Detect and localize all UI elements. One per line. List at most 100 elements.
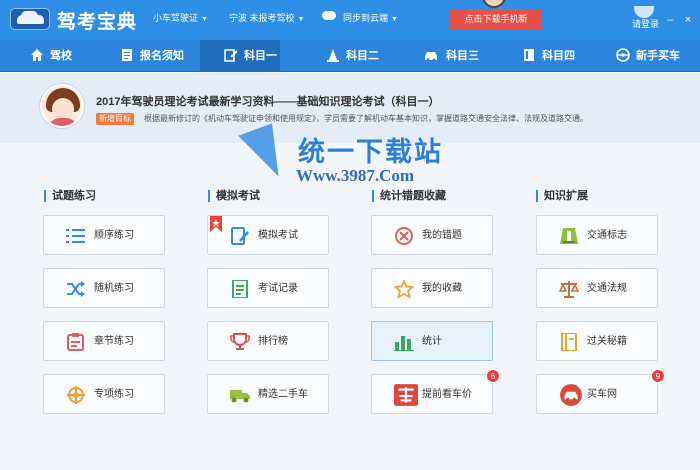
exam-icon	[231, 227, 249, 245]
document-icon	[122, 49, 132, 62]
cloud-icon	[322, 11, 336, 20]
nav-item-registration[interactable]: 报名须知	[120, 40, 184, 72]
chevron-down-icon: ▼	[391, 16, 398, 23]
car-price-icon	[394, 384, 418, 406]
steering-wheel-icon	[616, 48, 630, 62]
tile-label: 过关秘籍	[587, 336, 627, 347]
trophy-icon	[230, 333, 250, 350]
chevron-down-icon: ▼	[201, 16, 208, 23]
bar-chart-icon	[394, 336, 414, 351]
car-type-label: 小车驾驶证	[153, 13, 199, 23]
nav-label: 报名须知	[140, 50, 184, 62]
leaderboard-button[interactable]: 排行榜	[207, 321, 329, 361]
nav-label: 科目四	[542, 50, 575, 62]
record-icon	[232, 280, 248, 298]
used-car-button[interactable]: 精选二手车	[207, 374, 329, 414]
tile-label: 交通法规	[587, 283, 627, 294]
home-icon	[31, 49, 43, 62]
app-logo-icon	[10, 8, 50, 30]
tile-label: 随机练习	[94, 283, 134, 294]
tab-subject-two[interactable]: 科目二	[326, 40, 379, 72]
banner-description: 根据最新修订的《机动车驾驶证申领和使用规定》，学员需要了解机动车基本知识，掌握道…	[144, 114, 588, 123]
nav-label: 驾校	[50, 50, 72, 62]
my-wrong-answers-button[interactable]: 我的错题	[371, 215, 493, 255]
wrong-icon	[395, 227, 413, 245]
car-type-select[interactable]: 小车驾驶证 ▼	[150, 9, 208, 27]
statistics-button[interactable]: 统计	[371, 321, 493, 361]
mock-exam-button[interactable]: 模拟考试	[207, 215, 329, 255]
book-icon	[524, 49, 534, 62]
scales-icon	[559, 281, 579, 298]
section-title-practice: 试题练习	[44, 190, 96, 202]
notification-badge: 6	[486, 369, 500, 383]
download-app-button[interactable]: 点击下载手机新	[450, 9, 542, 30]
car-buy-icon	[560, 384, 582, 406]
watermark-title: 统一下载站	[298, 137, 443, 167]
nav-label: 科目三	[446, 50, 479, 62]
coach-avatar	[40, 84, 84, 128]
chevron-down-icon: ▼	[297, 16, 305, 23]
banner-title: 2017年驾驶员理论考试最新学习资料——基础知识理论考试（科目一）	[96, 96, 440, 108]
nav-label: 科目二	[346, 50, 379, 62]
list-icon	[66, 229, 85, 243]
section-title-stats: 统计错题收藏	[372, 190, 446, 202]
exam-record-button[interactable]: 考试记录	[207, 268, 329, 308]
tile-label: 章节练习	[94, 336, 134, 347]
section-title-knowledge: 知识扩展	[536, 190, 588, 202]
special-practice-button[interactable]: 专项练习	[43, 374, 165, 414]
watermark-url: Www.3987.Com	[296, 166, 415, 185]
tile-label: 排行榜	[258, 336, 288, 347]
tile-label: 顺序练习	[94, 230, 134, 241]
secret-book-icon	[561, 333, 577, 351]
car-buying-site-button[interactable]: 买车网 9	[536, 369, 665, 414]
region-label: 宁波 未报考驾校	[229, 13, 295, 23]
car-icon	[425, 52, 437, 62]
car-price-button[interactable]: 提前看车价 6	[371, 369, 500, 414]
tile-label: 交通标志	[587, 230, 627, 241]
tile-label: 我的错题	[422, 230, 462, 241]
app-title: 驾考宝典	[57, 12, 138, 33]
sequential-practice-button[interactable]: 顺序练习	[43, 215, 165, 255]
traffic-sign-icon	[560, 228, 578, 244]
tab-subject-three[interactable]: 科目三	[422, 40, 479, 72]
login-link[interactable]: 请登录	[632, 17, 659, 30]
bookmark-icon	[210, 216, 222, 232]
star-icon	[394, 280, 414, 298]
random-practice-button[interactable]: 随机练习	[43, 268, 165, 308]
shuffle-icon	[67, 281, 85, 297]
tile-label: 精选二手车	[258, 389, 308, 400]
my-favorites-button[interactable]: 我的收藏	[371, 268, 493, 308]
tab-subject-one[interactable]: 科目一	[200, 40, 280, 72]
close-icon[interactable]: ×	[682, 14, 694, 26]
chapter-icon	[67, 333, 84, 351]
sync-label: 同步到云端	[343, 13, 389, 23]
main-nav: 驾校 报名须知 科目一 科目二 科目三 科目四 新手买车	[0, 40, 700, 72]
tile-label: 模拟考试	[258, 230, 298, 241]
tile-label: 考试记录	[258, 283, 298, 294]
section-title-mock-exam: 模拟考试	[208, 190, 260, 202]
traffic-signs-button[interactable]: 交通标志	[536, 215, 658, 255]
tile-label: 专项练习	[94, 389, 134, 400]
nav-item-driving-school[interactable]: 驾校	[30, 40, 72, 72]
status-badge: 新增目标	[96, 113, 134, 125]
mascot-icon	[482, 0, 506, 8]
chapter-practice-button[interactable]: 章节练习	[43, 321, 165, 361]
target-icon	[67, 386, 85, 404]
minimize-icon[interactable]: –	[664, 14, 676, 26]
cone-icon	[327, 49, 339, 63]
nav-label: 科目一	[244, 50, 277, 62]
tile-label: 统计	[422, 336, 442, 347]
nav-item-buy-car[interactable]: 新手买车	[616, 40, 680, 72]
tile-label: 提前看车价	[422, 389, 472, 400]
tab-subject-four[interactable]: 科目四	[522, 40, 575, 72]
region-select[interactable]: 宁波 未报考驾校 ▼	[226, 9, 304, 27]
nav-label: 新手买车	[636, 50, 680, 62]
truck-icon	[230, 390, 250, 403]
tile-label: 买车网	[587, 389, 617, 400]
pass-tips-button[interactable]: 过关秘籍	[536, 321, 658, 361]
title-bar: 驾考宝典 小车驾驶证 ▼ 宁波 未报考驾校 ▼ 同步到云端 ▼ 点击下载手机新 请登录…	[0, 0, 700, 40]
user-area: 请登录 – ×	[600, 0, 700, 40]
sync-select[interactable]: 同步到云端 ▼	[340, 9, 398, 27]
traffic-laws-button[interactable]: 交通法规	[536, 268, 658, 308]
tile-label: 我的收藏	[422, 283, 462, 294]
